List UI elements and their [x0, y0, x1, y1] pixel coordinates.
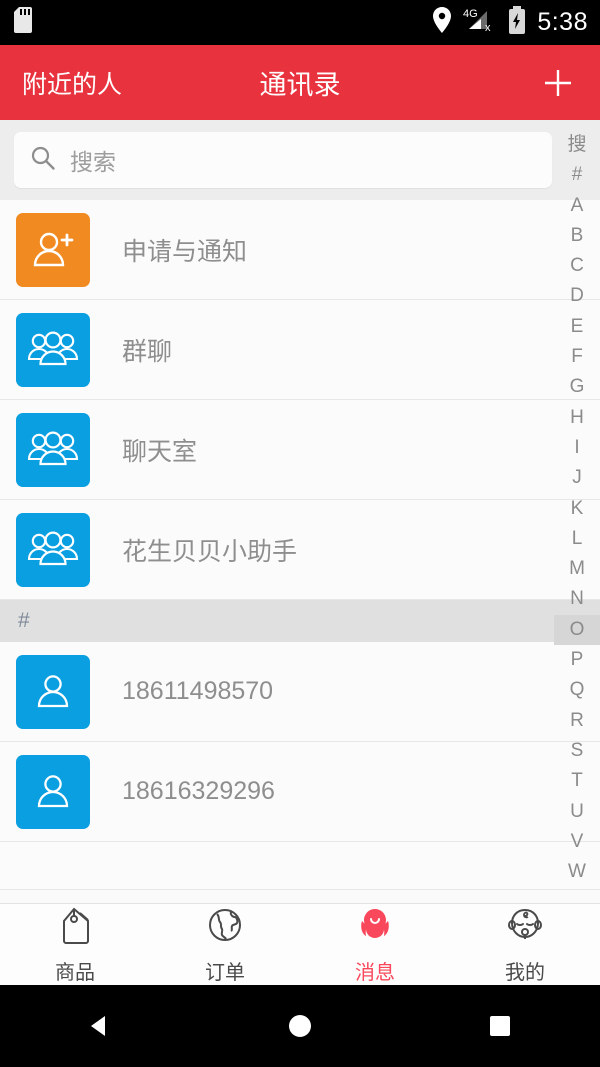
home-circle-icon — [289, 1015, 311, 1037]
alpha-index-item[interactable]: W — [554, 857, 600, 887]
alpha-index-item[interactable]: F — [554, 342, 600, 372]
list-item-label: 群聊 — [122, 337, 173, 366]
tab-profile[interactable]: 我的 — [450, 905, 600, 985]
peanut-character-icon — [354, 905, 396, 952]
globe-icon — [204, 905, 246, 952]
alpha-index-item[interactable]: 搜 — [554, 130, 600, 160]
contacts-list: 申请与通知 群聊 聊天室 花生贝贝小助手 # 18611498570 18616… — [0, 200, 600, 890]
alpha-index-item[interactable]: A — [554, 191, 600, 221]
list-item-label: 申请与通知 — [122, 237, 248, 266]
alpha-index-item[interactable]: B — [554, 221, 600, 251]
alpha-index-item[interactable]: E — [554, 312, 600, 342]
alpha-index-item[interactable]: N — [554, 584, 600, 614]
search-placeholder: 搜索 — [70, 149, 116, 175]
avatar — [16, 512, 90, 587]
list-item[interactable]: 聊天室 — [0, 400, 600, 500]
alpha-index-item[interactable]: K — [554, 494, 600, 524]
alpha-index-item[interactable]: D — [554, 281, 600, 311]
search-area: 搜索 — [0, 120, 600, 200]
status-bar-clock: 5:38 — [537, 8, 588, 36]
contact-name: 18611498570 — [122, 677, 274, 705]
sd-card-icon — [14, 7, 36, 38]
tab-products[interactable]: 商品 — [0, 905, 150, 985]
price-tag-icon — [54, 905, 96, 952]
person-icon — [37, 774, 69, 807]
group-icon — [27, 530, 79, 565]
table-row[interactable]: 18611498570 — [0, 642, 600, 742]
alpha-index-item[interactable]: I — [554, 433, 600, 463]
alpha-index-item[interactable]: H — [554, 403, 600, 433]
recents-square-icon — [490, 1016, 510, 1036]
alpha-index-item[interactable]: T — [554, 766, 600, 796]
alpha-index-item[interactable]: Q — [554, 675, 600, 705]
alphabet-index[interactable]: 搜 # A B C D E F G H I J K L M N O P Q R … — [554, 120, 600, 903]
phone-screen: 4G x 5:38 附近的人 通讯录 搜索 申请与通知 群聊 聊天室 花生贝贝小… — [0, 0, 600, 1067]
back-button[interactable] — [65, 996, 135, 1056]
alpha-index-item[interactable]: S — [554, 736, 600, 766]
alpha-index-item[interactable]: V — [554, 827, 600, 857]
avatar — [16, 754, 90, 829]
avatar — [16, 412, 90, 487]
alpha-index-item[interactable]: J — [554, 463, 600, 493]
alpha-index-item[interactable]: U — [554, 797, 600, 827]
status-bar: 4G x 5:38 — [0, 0, 600, 45]
home-button[interactable] — [265, 996, 335, 1056]
contacts-body: 搜索 申请与通知 群聊 聊天室 花生贝贝小助手 # 18611498570 18… — [0, 120, 600, 903]
list-item[interactable]: 申请与通知 — [0, 200, 600, 300]
search-input[interactable]: 搜索 — [14, 132, 552, 188]
list-item-partial[interactable] — [0, 842, 600, 890]
alpha-index-item-selected[interactable]: O — [554, 614, 600, 646]
battery-charging-icon — [508, 6, 526, 39]
tab-label: 商品 — [55, 961, 95, 984]
alpha-index-item[interactable]: # — [554, 160, 600, 190]
tab-label: 订单 — [205, 961, 245, 984]
table-row[interactable]: 18616329296 — [0, 742, 600, 842]
group-icon — [27, 330, 79, 365]
alpha-index-item[interactable]: M — [554, 554, 600, 584]
android-nav-bar — [0, 985, 600, 1067]
status-bar-left — [14, 7, 36, 38]
avatar — [16, 212, 90, 287]
alpha-index-item[interactable]: L — [554, 524, 600, 554]
plus-icon — [545, 69, 571, 96]
bottom-tab-bar: 商品 订单 消息 我的 — [0, 903, 600, 985]
svg-text:4G: 4G — [463, 8, 478, 20]
signal-4g-no-service-icon: 4G x — [463, 7, 497, 38]
tab-messages[interactable]: 消息 — [300, 905, 450, 985]
section-header: # — [0, 600, 600, 642]
tab-label: 消息 — [355, 961, 395, 984]
person-add-icon — [33, 232, 74, 266]
nearby-people-button[interactable]: 附近的人 — [22, 65, 122, 101]
alpha-index-item[interactable]: P — [554, 645, 600, 675]
app-header: 附近的人 通讯录 — [0, 45, 600, 120]
add-contact-button[interactable] — [538, 63, 578, 103]
status-bar-right: 4G x 5:38 — [432, 6, 588, 39]
search-icon — [30, 145, 56, 176]
tab-orders[interactable]: 订单 — [150, 905, 300, 985]
list-item[interactable]: 花生贝贝小助手 — [0, 500, 600, 600]
baby-face-icon — [504, 905, 546, 952]
avatar — [16, 654, 90, 729]
svg-text:x: x — [485, 22, 491, 33]
avatar — [16, 312, 90, 387]
tab-label: 我的 — [505, 961, 545, 984]
back-triangle-icon — [91, 1016, 105, 1036]
recents-button[interactable] — [465, 996, 535, 1056]
alpha-index-item[interactable]: R — [554, 706, 600, 736]
contact-name: 18616329296 — [122, 777, 275, 805]
person-icon — [37, 674, 69, 707]
group-icon — [27, 430, 79, 465]
list-item[interactable]: 群聊 — [0, 300, 600, 400]
list-item-label: 聊天室 — [122, 437, 198, 466]
alpha-index-item[interactable]: C — [554, 251, 600, 281]
list-item-label: 花生贝贝小助手 — [122, 537, 298, 566]
location-icon — [432, 7, 452, 38]
alpha-index-item[interactable]: G — [554, 372, 600, 402]
